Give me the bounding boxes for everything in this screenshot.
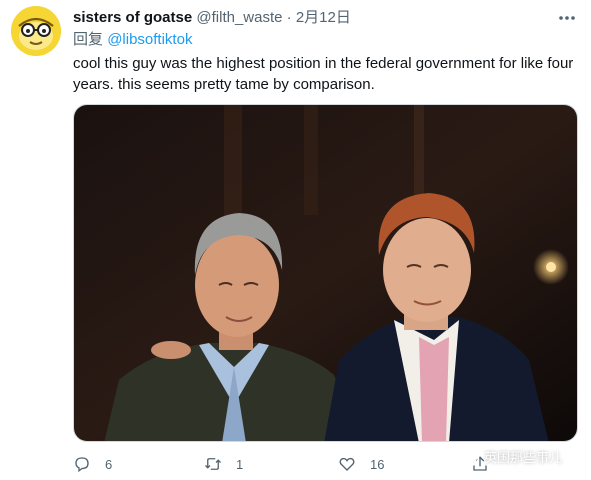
retweet-count: 1 — [236, 456, 244, 472]
tweet-header: sisters of goatse @filth_waste · 2月12日 — [73, 9, 351, 27]
more-options-button[interactable] — [557, 8, 577, 28]
reply-button[interactable]: 6 — [73, 452, 112, 476]
retweet-icon — [205, 458, 221, 470]
wechat-icon — [458, 447, 480, 464]
reply-context: 回复 @libsoftiktok — [73, 31, 192, 49]
more-dots-icon — [559, 16, 575, 20]
reply-mention-link[interactable]: @libsoftiktok — [107, 31, 192, 48]
user-avatar[interactable] — [11, 6, 61, 56]
reply-count: 6 — [105, 456, 113, 472]
tweet-date[interactable]: 2月12日 — [296, 9, 351, 26]
tweet[interactable]: sisters of goatse @filth_waste · 2月12日 回… — [0, 0, 591, 480]
like-count: 16 — [370, 456, 385, 472]
avatar-face-icon — [11, 6, 61, 56]
like-button[interactable]: 16 — [338, 452, 384, 476]
retweet-button[interactable]: 1 — [204, 452, 243, 476]
reply-prefix: 回复 — [73, 31, 104, 48]
display-name[interactable]: sisters of goatse — [73, 9, 192, 26]
heart-icon — [339, 457, 355, 471]
watermark-text: 英国那些事儿 — [484, 449, 563, 465]
reply-bubble-icon — [75, 457, 89, 473]
wechat-watermark: 英国那些事儿 — [458, 444, 562, 468]
user-handle[interactable]: @filth_waste — [196, 9, 282, 26]
photo-image — [74, 105, 577, 441]
separator-dot: · — [286, 9, 292, 26]
tweet-photo[interactable] — [73, 104, 578, 442]
tweet-text: cool this guy was the highest position i… — [73, 55, 574, 93]
